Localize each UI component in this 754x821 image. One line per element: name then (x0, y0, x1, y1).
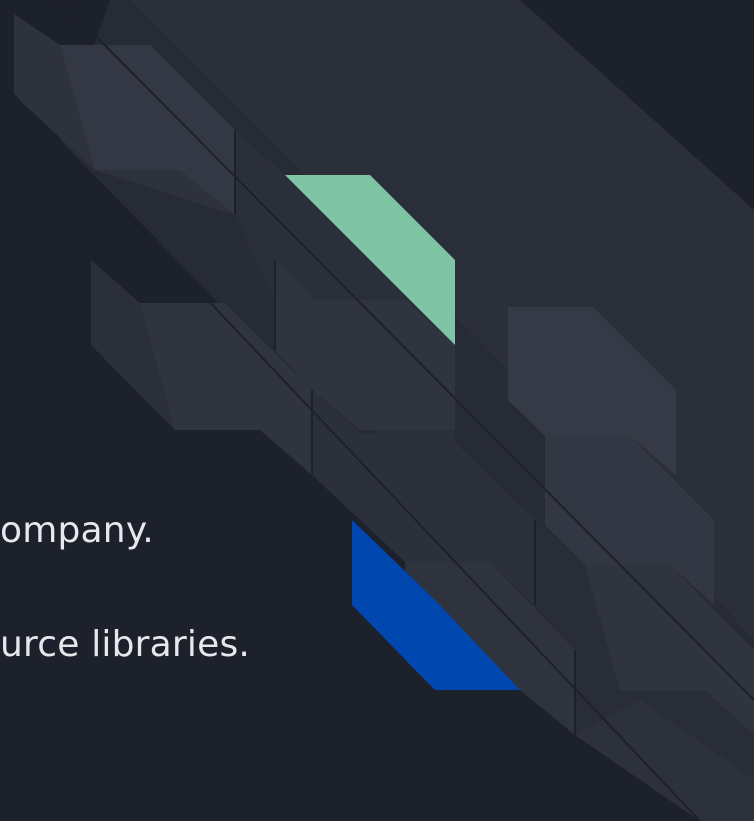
slide-text-line-2: urce libraries. (0, 624, 251, 665)
slide-text-line-1: ompany. (0, 510, 154, 551)
geometric-background-art (13, 0, 754, 821)
presentation-slide: ompany. urce libraries. (0, 0, 754, 821)
